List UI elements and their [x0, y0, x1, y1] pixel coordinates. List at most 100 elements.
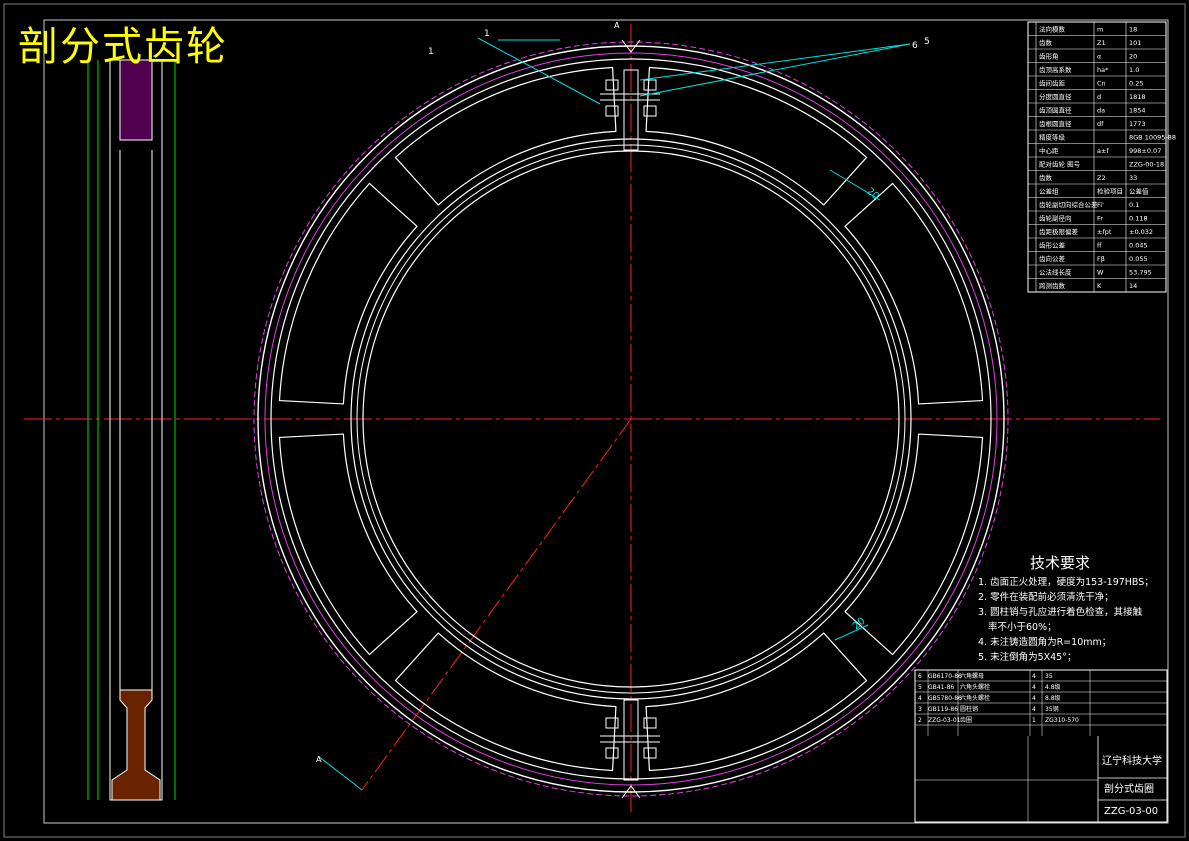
param-cell: 0.1: [1129, 201, 1139, 209]
leader-lines: [317, 37, 911, 791]
param-cell: 齿距极限偏差: [1039, 227, 1079, 236]
web-window: [844, 182, 984, 405]
title-block: 6 GB6170-86六角螺母 4 35 5 GB41-86 六角头螺栓 4 4.8级 4 GB57…: [914, 669, 1168, 823]
section-mark-top: A: [614, 21, 620, 30]
web-window: [844, 433, 984, 656]
param-cell: 0.118: [1129, 215, 1148, 223]
parts-cell: 5: [918, 684, 922, 691]
parts-cell: 2: [918, 717, 922, 724]
parts-cell: 4: [1032, 695, 1036, 702]
param-cell: 0.055: [1129, 255, 1148, 263]
param-cell: 检验项目: [1097, 187, 1123, 196]
web-window: [394, 66, 617, 206]
parts-cell: 6: [918, 673, 922, 680]
web-window: [645, 632, 868, 772]
param-cell: 齿顶圆直径: [1039, 106, 1072, 115]
param-cell: Fi': [1097, 201, 1104, 209]
cad-drawing-canvas: 法向模数 m 18 齿数 Z1 101 齿形角 α 20 齿顶高系数 ha* 1.0 齿间齿距 Cn 0.2…: [3, 3, 1186, 838]
param-cell: 33: [1129, 174, 1137, 182]
param-cell: 公差组: [1039, 187, 1059, 196]
parts-cell: 圆柱销: [960, 705, 978, 713]
param-cell: ha*: [1097, 66, 1109, 74]
side-section-view: [87, 59, 176, 801]
tech-item: 2. 零件在装配前必须清洗干净；: [978, 592, 1114, 603]
technical-requirements: 技术要求 1. 齿面正火处理，硬度为153-197HBS； 2. 零件在装配前必…: [978, 556, 1168, 665]
web-window: [278, 433, 418, 656]
param-cell: 齿轮副切向综合公差: [1039, 200, 1098, 209]
web-window: [278, 182, 418, 405]
param-cell: 53.795: [1129, 269, 1152, 277]
param-cell: 1773: [1129, 120, 1146, 128]
parts-cell: 4: [1032, 706, 1036, 713]
param-cell: 0.25: [1129, 80, 1143, 88]
param-cell: 齿向公差: [1039, 254, 1066, 263]
param-cell: W: [1097, 269, 1104, 277]
callout-1b: 1: [428, 47, 434, 57]
param-cell: 18: [1129, 26, 1137, 34]
param-cell: Z1: [1097, 39, 1106, 47]
param-cell: 14: [1129, 282, 1137, 290]
parts-cell: 齿圈: [960, 716, 972, 724]
tech-heading: 技术要求: [1030, 554, 1091, 572]
parts-cell: 4: [1032, 673, 1036, 680]
tech-item: 5. 未注倒角为5X45°；: [978, 652, 1077, 663]
parts-cell: 3: [918, 706, 922, 713]
param-cell: 8GB 10095-88: [1129, 134, 1176, 142]
parts-cell: GB41-86: [928, 684, 954, 691]
param-cell: 齿顶高系数: [1039, 65, 1072, 74]
parts-cell: GB6170-86: [928, 673, 962, 680]
tech-item: 率不小于60%；: [988, 622, 1057, 633]
tech-list: 1. 齿面正火处理，硬度为153-197HBS； 2. 零件在装配前必须清洗干净…: [978, 575, 1168, 665]
param-cell: 跨测齿数: [1039, 281, 1066, 290]
param-cell: ±0.032: [1129, 228, 1153, 236]
split-joint-top: [600, 39, 660, 151]
parts-cell: GB5780-86: [928, 695, 962, 702]
parts-cell: ZZG-03-01: [928, 717, 961, 724]
parts-cell: 六角螺母: [960, 672, 984, 680]
param-cell: Z2: [1097, 174, 1106, 182]
param-cell: 公差值: [1129, 187, 1149, 196]
parts-cell: GB119-86: [928, 706, 958, 713]
tech-item: 1. 齿面正火处理，硬度为153-197HBS；: [978, 577, 1154, 588]
param-cell: 精度等级: [1039, 133, 1066, 142]
web-window: [394, 632, 617, 772]
param-cell: ZZG-00-18: [1129, 161, 1164, 169]
param-cell: 0.045: [1129, 242, 1148, 250]
param-cell: a±f: [1097, 147, 1109, 155]
param-cell: 齿数: [1039, 173, 1053, 182]
drawing-name: 剖分式齿圈: [1104, 782, 1154, 795]
tech-item: 4. 未注铸造圆角为R=10mm；: [978, 637, 1112, 648]
param-cell: m: [1097, 26, 1103, 34]
parts-cell: 六角头螺栓: [960, 694, 990, 702]
parameter-table: 法向模数 m 18 齿数 Z1 101 齿形角 α 20 齿顶高系数 ha* 1.0 齿间齿距 Cn 0.2…: [1027, 21, 1176, 293]
section-mark-bottom: A: [316, 755, 322, 764]
parts-cell: 8.8级: [1045, 694, 1061, 702]
callout-1: 1: [484, 29, 490, 39]
param-cell: df: [1097, 120, 1104, 128]
param-cell: 法向模数: [1039, 25, 1066, 34]
param-cell: 公法线长度: [1039, 268, 1072, 277]
param-cell: 齿形角: [1039, 52, 1059, 61]
param-cell: 中心距: [1039, 146, 1059, 155]
param-cell: 101: [1129, 39, 1141, 47]
param-cell: Fr: [1097, 215, 1103, 223]
param-cell: 1854: [1129, 107, 1146, 115]
param-cell: 齿根圆直径: [1039, 119, 1072, 128]
param-cell: K: [1097, 282, 1102, 290]
parts-cell: 4: [918, 695, 922, 702]
param-cell: ±fpt: [1097, 228, 1112, 236]
section-line: [361, 418, 632, 791]
param-cell: 1.0: [1129, 66, 1139, 74]
param-cell: da: [1097, 107, 1105, 115]
param-cell: 齿轮副径向: [1039, 214, 1072, 223]
param-cell: 1818: [1129, 93, 1146, 101]
drawing-number: ZZG-03-00: [1104, 806, 1158, 817]
param-cell: d: [1097, 93, 1101, 101]
parts-cell: 35钢: [1045, 705, 1059, 713]
param-cell: 配对齿轮 图号: [1039, 160, 1081, 169]
param-cell: 齿数: [1039, 38, 1053, 47]
parts-cell: ZG310-570: [1045, 717, 1079, 724]
parts-cell: 1: [1032, 717, 1036, 724]
school-name: 辽宁科技大学: [1102, 754, 1162, 767]
parts-cell: 六角头螺栓: [960, 683, 990, 691]
